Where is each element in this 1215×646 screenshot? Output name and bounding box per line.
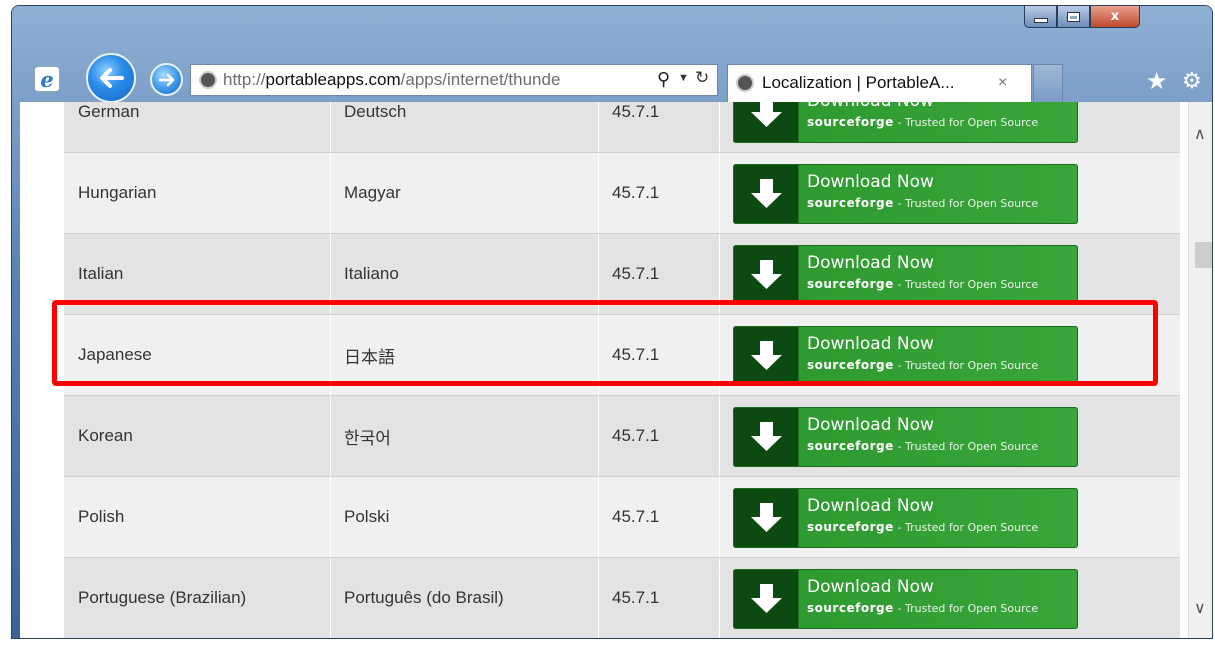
ie-logo-icon: e — [34, 66, 60, 92]
download-arrow-icon — [751, 584, 782, 613]
native-name: Magyar — [344, 183, 401, 202]
table-row: Portuguese (Brazilian) Português (do Bra… — [64, 558, 1180, 638]
download-now-button[interactable]: Download Now sourceforge - Trusted for O… — [733, 569, 1078, 629]
sourceforge-tagline: sourceforge - Trusted for Open Source — [807, 115, 1039, 129]
scroll-down-icon[interactable]: ∨ — [1194, 598, 1206, 618]
close-window-button[interactable]: x — [1090, 6, 1140, 28]
language-name: German — [78, 102, 140, 121]
version: 45.7.1 — [612, 507, 660, 526]
table-row: Korean 한국어 45.7.1 Download Now sourcefor… — [64, 396, 1180, 477]
forward-button[interactable] — [150, 63, 183, 96]
sourceforge-tagline: sourceforge - Trusted for Open Source — [807, 439, 1039, 453]
download-arrow-icon — [751, 260, 782, 289]
native-name: Polski — [344, 507, 390, 526]
download-arrow-icon — [751, 422, 782, 451]
table-row: German Deutsch 45.7.1 Download Now sourc… — [64, 102, 1180, 153]
tab-title: Localization | PortableA... — [762, 73, 955, 92]
search-icon[interactable]: ⚲ — [657, 69, 670, 90]
scroll-thumb[interactable] — [1195, 242, 1212, 268]
download-arrow-icon — [751, 179, 782, 208]
sourceforge-tagline: sourceforge - Trusted for Open Source — [807, 520, 1039, 534]
forward-arrow-icon — [158, 73, 174, 86]
native-name: 한국어 — [344, 428, 391, 448]
sourceforge-tagline: sourceforge - Trusted for Open Source — [807, 196, 1039, 210]
table-row: Polish Polski 45.7.1 Download Now source… — [64, 477, 1180, 558]
download-now-button[interactable]: Download Now sourceforge - Trusted for O… — [733, 488, 1078, 548]
download-now-button[interactable]: Download Now sourceforge - Trusted for O… — [733, 164, 1078, 224]
language-name: Korean — [78, 426, 133, 445]
language-name: Polish — [78, 507, 125, 526]
new-tab-button[interactable] — [1033, 64, 1063, 102]
settings-gear-icon[interactable]: ⚙ — [1182, 68, 1202, 94]
version: 45.7.1 — [612, 426, 660, 445]
sourceforge-tagline: sourceforge - Trusted for Open Source — [807, 277, 1039, 291]
download-arrow-icon — [751, 503, 782, 532]
tab-close-icon[interactable]: × — [998, 74, 1007, 92]
language-name: Hungarian — [78, 183, 157, 202]
sourceforge-tagline: sourceforge - Trusted for Open Source — [807, 601, 1039, 615]
download-now-button[interactable]: Download Now sourceforge - Trusted for O… — [733, 245, 1078, 305]
tab-localization[interactable]: Localization | PortableA... × — [727, 64, 1032, 102]
address-url[interactable]: http://portableapps.com/apps/internet/th… — [223, 70, 651, 90]
download-arrow-icon — [751, 102, 782, 127]
version: 45.7.1 — [612, 102, 660, 121]
vertical-scrollbar[interactable]: ∧ ∨ — [1188, 102, 1212, 638]
download-now-button[interactable]: Download Now sourceforge - Trusted for O… — [733, 102, 1078, 143]
favorites-star-icon[interactable]: ★ — [1146, 67, 1168, 96]
scroll-up-icon[interactable]: ∧ — [1194, 124, 1206, 144]
native-name: Deutsch — [344, 102, 407, 121]
download-label: Download Now — [807, 415, 934, 435]
back-arrow-icon — [100, 68, 124, 88]
download-label: Download Now — [807, 496, 934, 516]
download-now-button[interactable]: Download Now sourceforge - Trusted for O… — [733, 407, 1078, 467]
version: 45.7.1 — [612, 183, 660, 202]
download-label: Download Now — [807, 172, 934, 192]
native-name: Português (do Brasil) — [344, 588, 504, 607]
version: 45.7.1 — [612, 588, 660, 607]
site-favicon-icon — [199, 71, 217, 89]
table-row: Hungarian Magyar 45.7.1 Download Now sou… — [64, 153, 1180, 234]
dropdown-icon[interactable]: ▼ — [678, 72, 689, 84]
download-label: Download Now — [807, 253, 934, 273]
back-button[interactable] — [86, 53, 136, 103]
language-name: Portuguese (Brazilian) — [78, 588, 247, 607]
highlight-box — [52, 300, 1158, 386]
download-label: Download Now — [807, 102, 934, 111]
address-bar[interactable]: http://portableapps.com/apps/internet/th… — [190, 64, 718, 96]
tab-favicon-icon — [736, 74, 754, 92]
refresh-icon[interactable]: ↻ — [695, 68, 709, 88]
minimize-button[interactable] — [1024, 6, 1057, 28]
download-label: Download Now — [807, 577, 934, 597]
maximize-button[interactable] — [1057, 6, 1090, 28]
